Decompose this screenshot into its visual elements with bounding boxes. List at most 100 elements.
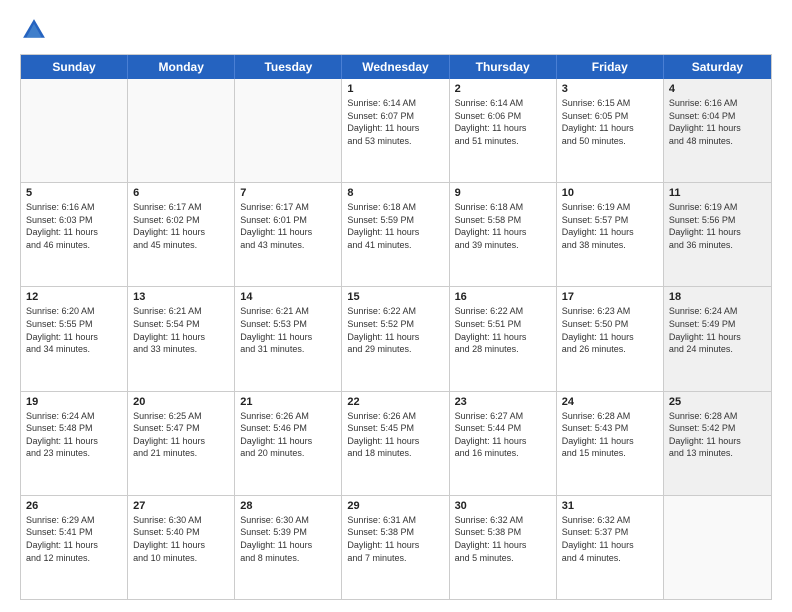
calendar-cell-r0-c5: 3 Sunrise: 6:15 AM Sunset: 6:05 PM Daylig…	[557, 79, 664, 182]
day-number: 11	[669, 187, 766, 199]
cell-info: Sunrise: 6:24 AM Sunset: 5:48 PM Dayligh…	[26, 410, 122, 460]
day-number: 28	[240, 500, 336, 512]
day-number: 29	[347, 500, 443, 512]
calendar-cell-r4-c0: 26 Sunrise: 6:29 AM Sunset: 5:41 PM Dayli…	[21, 496, 128, 599]
calendar-cell-r3-c1: 20 Sunrise: 6:25 AM Sunset: 5:47 PM Dayli…	[128, 392, 235, 495]
day-number: 15	[347, 291, 443, 303]
cell-info: Sunrise: 6:31 AM Sunset: 5:38 PM Dayligh…	[347, 514, 443, 564]
calendar-cell-r2-c1: 13 Sunrise: 6:21 AM Sunset: 5:54 PM Dayli…	[128, 287, 235, 390]
cell-info: Sunrise: 6:20 AM Sunset: 5:55 PM Dayligh…	[26, 305, 122, 355]
cell-info: Sunrise: 6:24 AM Sunset: 5:49 PM Dayligh…	[669, 305, 766, 355]
day-number: 22	[347, 396, 443, 408]
cell-info: Sunrise: 6:19 AM Sunset: 5:57 PM Dayligh…	[562, 201, 658, 251]
day-number: 7	[240, 187, 336, 199]
day-number: 3	[562, 83, 658, 95]
day-number: 26	[26, 500, 122, 512]
day-number: 12	[26, 291, 122, 303]
cell-info: Sunrise: 6:32 AM Sunset: 5:38 PM Dayligh…	[455, 514, 551, 564]
calendar-cell-r4-c2: 28Sunrise: 6:30 AM Sunset: 5:39 PM Dayli…	[235, 496, 342, 599]
cell-info: Sunrise: 6:26 AM Sunset: 5:45 PM Dayligh…	[347, 410, 443, 460]
weekday-header-saturday: Saturday	[664, 55, 771, 79]
calendar-header: SundayMondayTuesdayWednesdayThursdayFrid…	[21, 55, 771, 79]
calendar-cell-r3-c5: 24 Sunrise: 6:28 AM Sunset: 5:43 PM Dayli…	[557, 392, 664, 495]
calendar-row-2: 12 Sunrise: 6:20 AM Sunset: 5:55 PM Dayli…	[21, 287, 771, 391]
cell-info: Sunrise: 6:32 AM Sunset: 5:37 PM Dayligh…	[562, 514, 658, 564]
day-number: 2	[455, 83, 551, 95]
day-number: 10	[562, 187, 658, 199]
weekday-header-wednesday: Wednesday	[342, 55, 449, 79]
day-number: 23	[455, 396, 551, 408]
cell-info: Sunrise: 6:21 AM Sunset: 5:54 PM Dayligh…	[133, 305, 229, 355]
calendar-row-3: 19 Sunrise: 6:24 AM Sunset: 5:48 PM Dayli…	[21, 392, 771, 496]
day-number: 13	[133, 291, 229, 303]
logo-icon	[20, 16, 48, 44]
day-number: 1	[347, 83, 443, 95]
cell-info: Sunrise: 6:14 AM Sunset: 6:06 PM Dayligh…	[455, 97, 551, 147]
cell-info: Sunrise: 6:18 AM Sunset: 5:59 PM Dayligh…	[347, 201, 443, 251]
weekday-header-thursday: Thursday	[450, 55, 557, 79]
calendar-cell-r3-c4: 23 Sunrise: 6:27 AM Sunset: 5:44 PM Dayli…	[450, 392, 557, 495]
day-number: 31	[562, 500, 658, 512]
weekday-header-friday: Friday	[557, 55, 664, 79]
calendar-cell-r4-c4: 30 Sunrise: 6:32 AM Sunset: 5:38 PM Dayli…	[450, 496, 557, 599]
cell-info: Sunrise: 6:23 AM Sunset: 5:50 PM Dayligh…	[562, 305, 658, 355]
cell-info: Sunrise: 6:16 AM Sunset: 6:03 PM Dayligh…	[26, 201, 122, 251]
calendar-cell-r4-c3: 29 Sunrise: 6:31 AM Sunset: 5:38 PM Dayli…	[342, 496, 449, 599]
day-number: 30	[455, 500, 551, 512]
cell-info: Sunrise: 6:25 AM Sunset: 5:47 PM Dayligh…	[133, 410, 229, 460]
day-number: 9	[455, 187, 551, 199]
day-number: 6	[133, 187, 229, 199]
calendar-body: 1 Sunrise: 6:14 AM Sunset: 6:07 PM Daylig…	[21, 79, 771, 599]
day-number: 5	[26, 187, 122, 199]
calendar-cell-r2-c6: 18 Sunrise: 6:24 AM Sunset: 5:49 PM Dayli…	[664, 287, 771, 390]
calendar-cell-r0-c3: 1 Sunrise: 6:14 AM Sunset: 6:07 PM Daylig…	[342, 79, 449, 182]
calendar-cell-r3-c3: 22 Sunrise: 6:26 AM Sunset: 5:45 PM Dayli…	[342, 392, 449, 495]
calendar-cell-r1-c1: 6 Sunrise: 6:17 AM Sunset: 6:02 PM Daylig…	[128, 183, 235, 286]
calendar-cell-r3-c2: 21Sunrise: 6:26 AM Sunset: 5:46 PM Dayli…	[235, 392, 342, 495]
cell-info: Sunrise: 6:16 AM Sunset: 6:04 PM Dayligh…	[669, 97, 766, 147]
calendar-cell-r1-c4: 9 Sunrise: 6:18 AM Sunset: 5:58 PM Daylig…	[450, 183, 557, 286]
day-number: 14	[240, 291, 336, 303]
cell-info: Sunrise: 6:19 AM Sunset: 5:56 PM Dayligh…	[669, 201, 766, 251]
cell-info: Sunrise: 6:29 AM Sunset: 5:41 PM Dayligh…	[26, 514, 122, 564]
day-number: 18	[669, 291, 766, 303]
cell-info: Sunrise: 6:17 AM Sunset: 6:02 PM Dayligh…	[133, 201, 229, 251]
day-number: 25	[669, 396, 766, 408]
cell-info: Sunrise: 6:17 AM Sunset: 6:01 PM Dayligh…	[240, 201, 336, 251]
calendar-cell-r1-c6: 11 Sunrise: 6:19 AM Sunset: 5:56 PM Dayli…	[664, 183, 771, 286]
calendar-cell-r4-c6	[664, 496, 771, 599]
calendar-cell-r1-c3: 8Sunrise: 6:18 AM Sunset: 5:59 PM Daylig…	[342, 183, 449, 286]
calendar-cell-r1-c5: 10 Sunrise: 6:19 AM Sunset: 5:57 PM Dayli…	[557, 183, 664, 286]
calendar-cell-r0-c2	[235, 79, 342, 182]
cell-info: Sunrise: 6:21 AM Sunset: 5:53 PM Dayligh…	[240, 305, 336, 355]
cell-info: Sunrise: 6:27 AM Sunset: 5:44 PM Dayligh…	[455, 410, 551, 460]
calendar-cell-r4-c1: 27Sunrise: 6:30 AM Sunset: 5:40 PM Dayli…	[128, 496, 235, 599]
calendar-cell-r0-c1	[128, 79, 235, 182]
day-number: 19	[26, 396, 122, 408]
calendar-cell-r2-c5: 17 Sunrise: 6:23 AM Sunset: 5:50 PM Dayli…	[557, 287, 664, 390]
calendar-row-4: 26 Sunrise: 6:29 AM Sunset: 5:41 PM Dayli…	[21, 496, 771, 599]
weekday-header-sunday: Sunday	[21, 55, 128, 79]
page: SundayMondayTuesdayWednesdayThursdayFrid…	[0, 0, 792, 612]
calendar-cell-r1-c0: 5 Sunrise: 6:16 AM Sunset: 6:03 PM Daylig…	[21, 183, 128, 286]
day-number: 24	[562, 396, 658, 408]
day-number: 17	[562, 291, 658, 303]
calendar-row-1: 5 Sunrise: 6:16 AM Sunset: 6:03 PM Daylig…	[21, 183, 771, 287]
calendar-cell-r4-c5: 31 Sunrise: 6:32 AM Sunset: 5:37 PM Dayli…	[557, 496, 664, 599]
day-number: 20	[133, 396, 229, 408]
calendar: SundayMondayTuesdayWednesdayThursdayFrid…	[20, 54, 772, 600]
weekday-header-tuesday: Tuesday	[235, 55, 342, 79]
cell-info: Sunrise: 6:22 AM Sunset: 5:51 PM Dayligh…	[455, 305, 551, 355]
calendar-cell-r1-c2: 7 Sunrise: 6:17 AM Sunset: 6:01 PM Daylig…	[235, 183, 342, 286]
cell-info: Sunrise: 6:15 AM Sunset: 6:05 PM Dayligh…	[562, 97, 658, 147]
calendar-cell-r0-c4: 2 Sunrise: 6:14 AM Sunset: 6:06 PM Daylig…	[450, 79, 557, 182]
day-number: 16	[455, 291, 551, 303]
cell-info: Sunrise: 6:28 AM Sunset: 5:43 PM Dayligh…	[562, 410, 658, 460]
cell-info: Sunrise: 6:30 AM Sunset: 5:40 PM Dayligh…	[133, 514, 229, 564]
calendar-cell-r2-c0: 12 Sunrise: 6:20 AM Sunset: 5:55 PM Dayli…	[21, 287, 128, 390]
cell-info: Sunrise: 6:28 AM Sunset: 5:42 PM Dayligh…	[669, 410, 766, 460]
cell-info: Sunrise: 6:14 AM Sunset: 6:07 PM Dayligh…	[347, 97, 443, 147]
cell-info: Sunrise: 6:22 AM Sunset: 5:52 PM Dayligh…	[347, 305, 443, 355]
calendar-row-0: 1 Sunrise: 6:14 AM Sunset: 6:07 PM Daylig…	[21, 79, 771, 183]
cell-info: Sunrise: 6:18 AM Sunset: 5:58 PM Dayligh…	[455, 201, 551, 251]
